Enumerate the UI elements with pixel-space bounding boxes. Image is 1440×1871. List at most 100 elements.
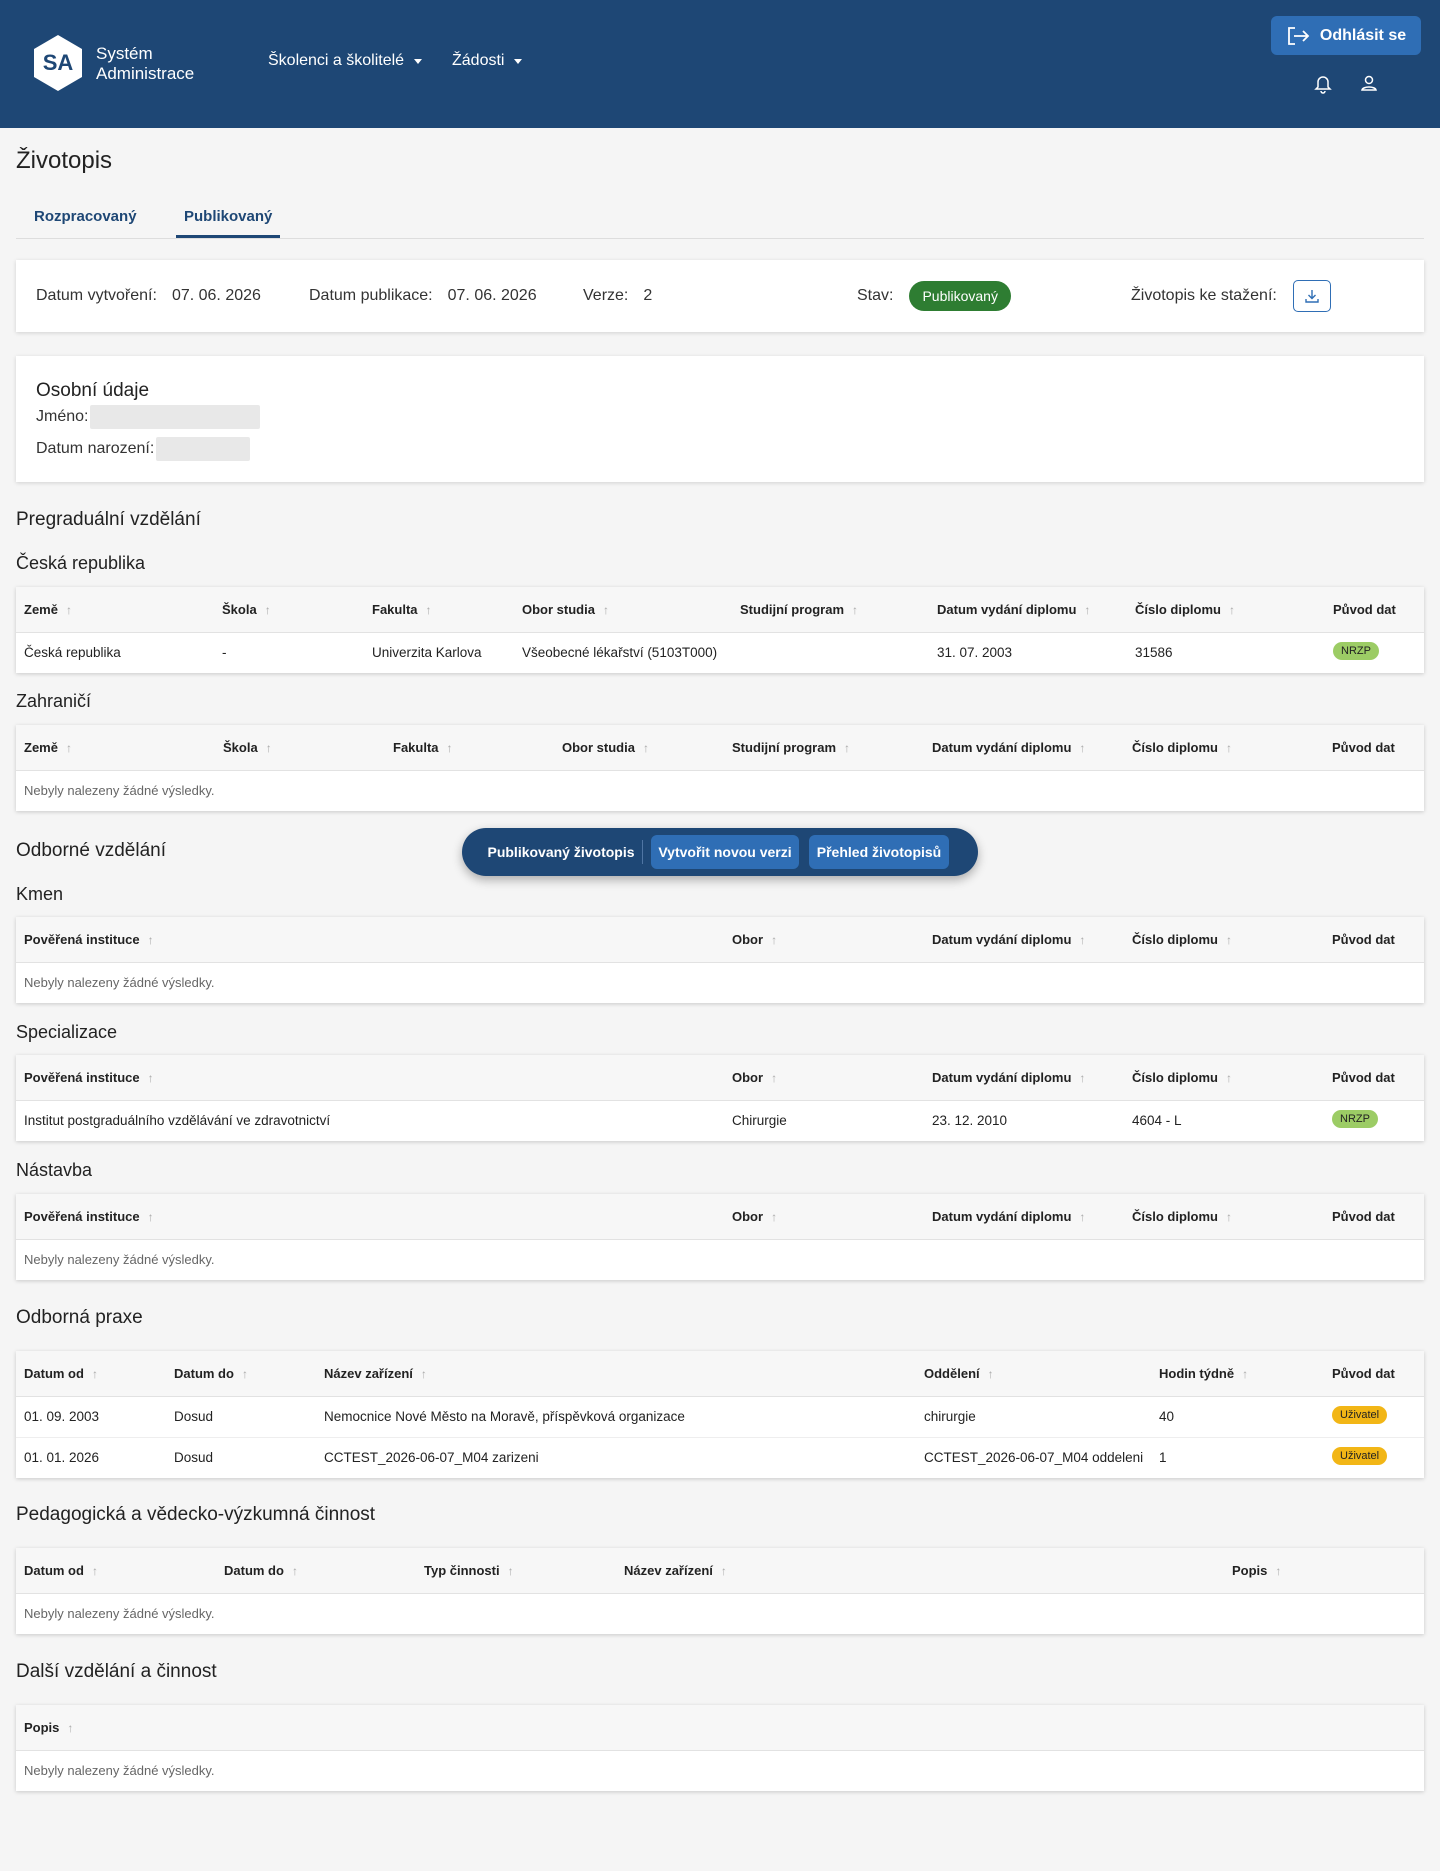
cell-datum: 23. 12. 2010 bbox=[932, 1113, 1008, 1128]
bell-icon[interactable] bbox=[1312, 72, 1334, 94]
col-datum-diplomu[interactable]: Datum vydání diplomu ↑ bbox=[932, 1209, 1085, 1224]
col-cislo-diplomu[interactable]: Číslo diplomu ↑ bbox=[1132, 740, 1232, 755]
col-puvod-dat: Původ dat bbox=[1332, 1366, 1395, 1381]
col-cislo-diplomu[interactable]: Číslo diplomu ↑ bbox=[1132, 932, 1232, 947]
tab-rozpracovany[interactable]: Rozpracovaný bbox=[34, 208, 137, 225]
download-button[interactable] bbox=[1292, 280, 1331, 312]
cell-oddeleni: CCTEST_2026-06-07_M04 oddeleni bbox=[924, 1450, 1144, 1465]
col-fakulta[interactable]: Fakulta ↑ bbox=[393, 740, 453, 755]
table-header: Popis ↑ bbox=[16, 1705, 1424, 1751]
empty-row: Nebyly nalezeny žádné výsledky. bbox=[16, 771, 1424, 811]
cell-datum-od: 01. 01. 2026 bbox=[24, 1450, 100, 1465]
cell-obor: Chirurgie bbox=[732, 1113, 787, 1128]
table-header: Pověřená instituce ↑ Obor ↑ Datum vydání d… bbox=[16, 917, 1424, 963]
cell-nazev: CCTEST_2026-06-07_M04 zarizeni bbox=[324, 1450, 539, 1465]
col-datum-diplomu[interactable]: Datum vydání diplomu ↑ bbox=[937, 602, 1090, 617]
user-icon[interactable] bbox=[1358, 72, 1380, 94]
pregraduate-title: Pregraduální vzdělání bbox=[16, 509, 201, 530]
table-row: Institut postgraduálního vzdělávání ve z… bbox=[16, 1101, 1424, 1141]
col-datum-diplomu[interactable]: Datum vydání diplomu ↑ bbox=[932, 932, 1085, 947]
col-nazev-zarizeni[interactable]: Název zařízení ↑ bbox=[324, 1366, 427, 1381]
nav-zadosti[interactable]: Žádosti bbox=[452, 52, 523, 70]
cell-datum: 31. 07. 2003 bbox=[937, 645, 1013, 660]
col-datum-diplomu[interactable]: Datum vydání diplomu ↑ bbox=[932, 1070, 1085, 1085]
empty-message: Nebyly nalezeny žádné výsledky. bbox=[24, 975, 215, 990]
col-nazev-zarizeni[interactable]: Název zařízení ↑ bbox=[624, 1563, 727, 1578]
meta-card: Datum vytvoření: 07. 06. 2026 Datum publ… bbox=[16, 260, 1424, 332]
page-title: Životopis bbox=[16, 147, 113, 174]
col-zeme[interactable]: Země ↑ bbox=[24, 740, 72, 755]
col-typ-cinnosti[interactable]: Typ činnosti ↑ bbox=[424, 1563, 514, 1578]
logout-icon bbox=[1287, 26, 1310, 45]
col-datum-diplomu[interactable]: Datum vydání diplomu ↑ bbox=[932, 740, 1085, 755]
col-datum-od[interactable]: Datum od ↑ bbox=[24, 1563, 98, 1578]
col-fakulta[interactable]: Fakulta ↑ bbox=[372, 602, 432, 617]
personal-title: Osobní údaje bbox=[36, 380, 150, 401]
col-obor-studia[interactable]: Obor studia ↑ bbox=[522, 602, 609, 617]
col-hodin-tydne[interactable]: Hodin týdně ↑ bbox=[1159, 1366, 1248, 1381]
source-tag-nrzp: NRZP bbox=[1332, 1110, 1378, 1128]
col-puvod-dat: Původ dat bbox=[1332, 932, 1395, 947]
col-cislo-diplomu[interactable]: Číslo diplomu ↑ bbox=[1132, 1070, 1232, 1085]
cell-fakulta: Univerzita Karlova bbox=[372, 645, 482, 660]
col-datum-do[interactable]: Datum do ↑ bbox=[174, 1366, 248, 1381]
download-icon bbox=[1305, 290, 1319, 303]
col-obor[interactable]: Obor ↑ bbox=[732, 1209, 777, 1224]
col-skola[interactable]: Škola ↑ bbox=[222, 602, 271, 617]
status-badge: Publikovaný bbox=[909, 281, 1011, 311]
nav-zadosti-label: Žádosti bbox=[452, 52, 505, 69]
cv-overview-button[interactable]: Přehled životopisů bbox=[809, 835, 949, 869]
table-row: Česká republika - Univerzita Karlova Vše… bbox=[16, 633, 1424, 673]
spec-title: Specializace bbox=[16, 1022, 118, 1042]
col-datum-do[interactable]: Datum do ↑ bbox=[224, 1563, 298, 1578]
col-skola[interactable]: Škola ↑ bbox=[223, 740, 272, 755]
col-oddeleni[interactable]: Oddělení ↑ bbox=[924, 1366, 994, 1381]
table-header: Datum od ↑ Datum do ↑ Název zařízení ↑ Oddě… bbox=[16, 1351, 1424, 1397]
table-pregraduate-abroad: Země ↑ Škola ↑ Fakulta ↑ Obor studia ↑ Studi… bbox=[16, 725, 1424, 811]
logout-button[interactable]: Odhlásit se bbox=[1271, 16, 1421, 55]
created-value: 07. 06. 2026 bbox=[171, 287, 261, 304]
pedagogic-title: Pedagogická a vědecko-výzkumná činnost bbox=[16, 1504, 376, 1525]
col-instituce[interactable]: Pověřená instituce ↑ bbox=[24, 1209, 154, 1224]
col-obor[interactable]: Obor ↑ bbox=[732, 1070, 777, 1085]
divider bbox=[642, 840, 643, 864]
source-tag-user: Uživatel bbox=[1332, 1406, 1388, 1424]
top-header: SA Systém Administrace Školenci a školit… bbox=[0, 0, 1440, 128]
table-nastavba: Pověřená instituce ↑ Obor ↑ Datum vydání d… bbox=[16, 1194, 1424, 1280]
birth-value bbox=[156, 437, 251, 461]
cell-datum-do: Dosud bbox=[174, 1409, 214, 1424]
cell-cislo: 31586 bbox=[1135, 645, 1173, 660]
col-studijni-program[interactable]: Studijní program ↑ bbox=[740, 602, 858, 617]
tab-publikovany[interactable]: Publikovaný bbox=[176, 208, 281, 238]
empty-row: Nebyly nalezeny žádné výsledky. bbox=[16, 1594, 1424, 1634]
table-pregraduate-cz: Země ↑ Škola ↑ Fakulta ↑ Obor studia ↑ Studi… bbox=[16, 587, 1424, 673]
table-header: Pověřená instituce ↑ Obor ↑ Datum vydání d… bbox=[16, 1194, 1424, 1240]
cell-instituce: Institut postgraduálního vzdělávání ve z… bbox=[24, 1113, 331, 1128]
version-field: Verze: 2 bbox=[583, 260, 652, 332]
col-instituce[interactable]: Pověřená instituce ↑ bbox=[24, 1070, 154, 1085]
col-zeme[interactable]: Země ↑ bbox=[24, 602, 72, 617]
col-datum-od[interactable]: Datum od ↑ bbox=[24, 1366, 98, 1381]
col-instituce[interactable]: Pověřená instituce ↑ bbox=[24, 932, 154, 947]
col-obor[interactable]: Obor ↑ bbox=[732, 932, 777, 947]
table-row: 01. 01. 2026 Dosud CCTEST_2026-06-07_M04… bbox=[16, 1438, 1424, 1478]
col-studijni-program[interactable]: Studijní program ↑ bbox=[732, 740, 850, 755]
professional-title: Odborné vzdělání bbox=[16, 840, 166, 861]
create-new-version-button[interactable]: Vytvořit novou verzi bbox=[651, 835, 799, 869]
published-field: Datum publikace: 07. 06. 2026 bbox=[309, 260, 537, 332]
name-value bbox=[90, 405, 261, 429]
birth-field: Datum narození: bbox=[36, 437, 251, 461]
col-popis[interactable]: Popis ↑ bbox=[24, 1720, 73, 1735]
col-obor-studia[interactable]: Obor studia ↑ bbox=[562, 740, 649, 755]
col-cislo-diplomu[interactable]: Číslo diplomu ↑ bbox=[1135, 602, 1235, 617]
col-cislo-diplomu[interactable]: Číslo diplomu ↑ bbox=[1132, 1209, 1232, 1224]
col-puvod-dat: Původ dat bbox=[1332, 1070, 1395, 1085]
floating-bar-label: Publikovaný životopis bbox=[487, 844, 635, 860]
logo-icon[interactable]: SA bbox=[34, 35, 82, 91]
version-value: 2 bbox=[643, 287, 653, 304]
tab-bar: Rozpracovaný Publikovaný bbox=[16, 200, 1424, 239]
created-label: Datum vytvoření: bbox=[36, 287, 157, 304]
nav-skolenci[interactable]: Školenci a školitelé bbox=[268, 52, 423, 70]
logo-text[interactable]: Systém Administrace bbox=[96, 44, 194, 84]
col-popis[interactable]: Popis ↑ bbox=[1232, 1563, 1281, 1578]
